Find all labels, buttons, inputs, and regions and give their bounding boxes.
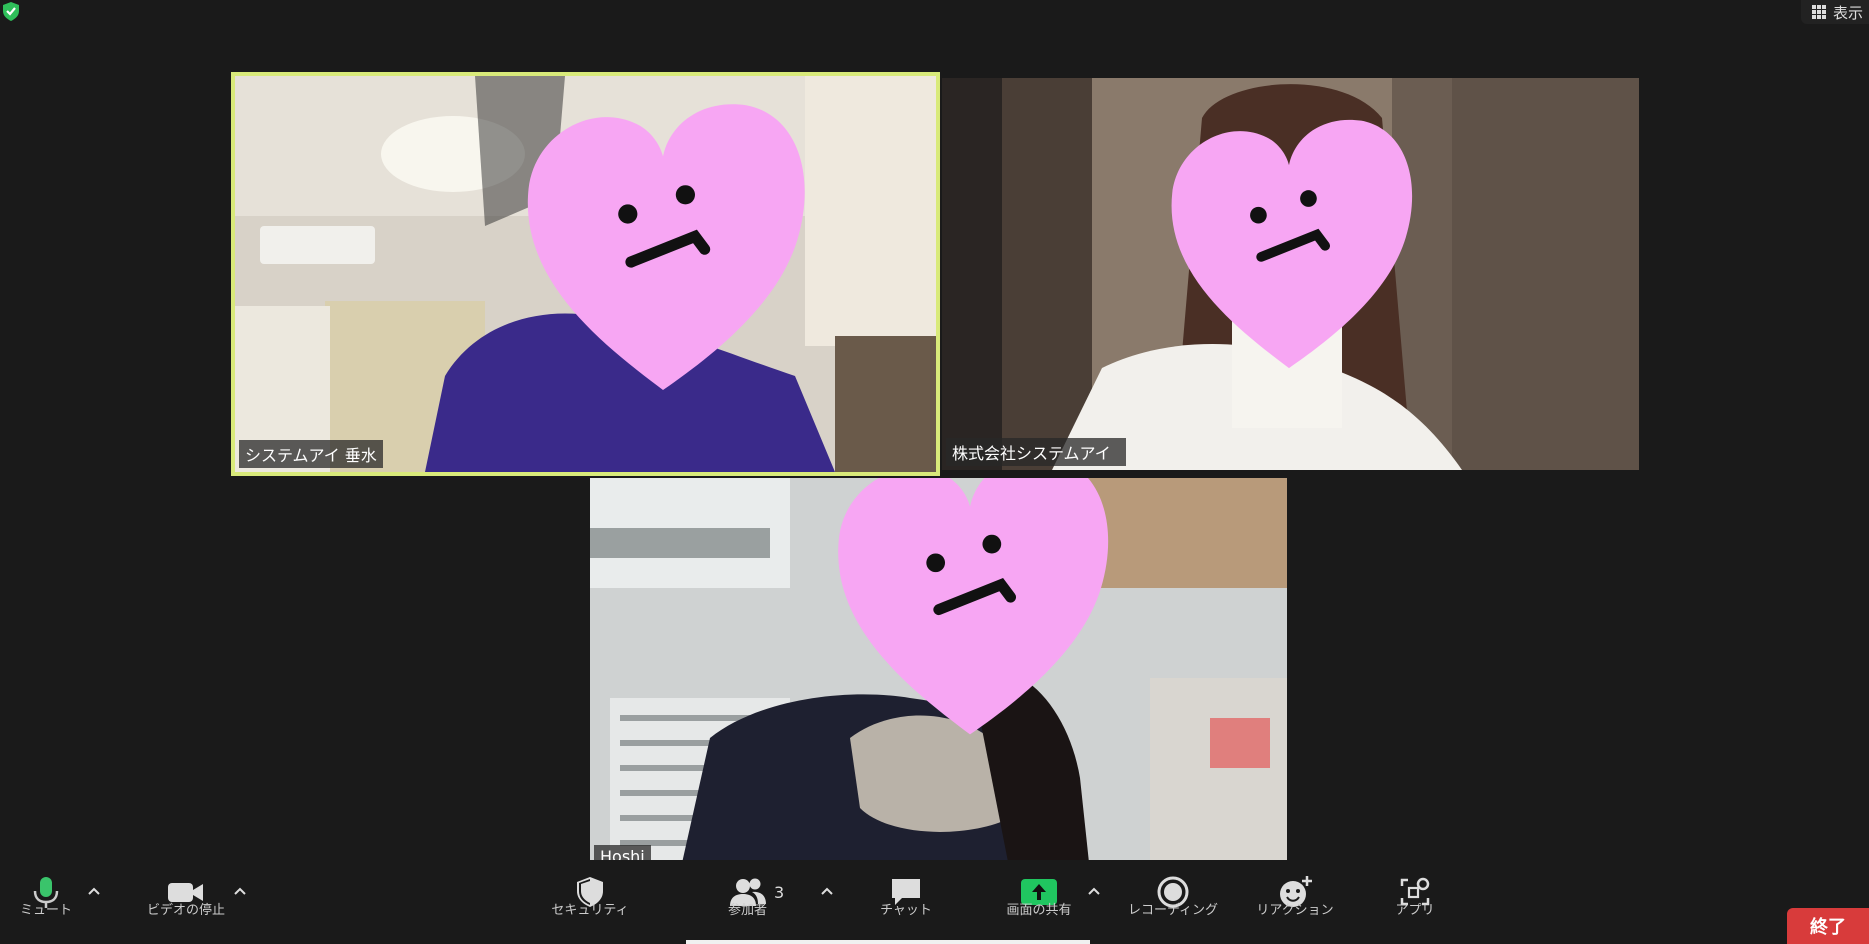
chevron-up-icon[interactable] (819, 884, 835, 898)
participants-button[interactable]: 3 参加者 (728, 874, 784, 918)
record-button[interactable]: レコーディング (1128, 874, 1218, 918)
screen-share-indicator-strip (686, 940, 1090, 944)
chat-button[interactable]: チャット (880, 874, 932, 918)
view-button[interactable]: 表示 (1800, 0, 1869, 24)
meeting-toolbar: ミュート ビデオの停止 セキュリティ 3 参加者 チャット 画面の共有 レコーデ… (0, 860, 1869, 944)
share-screen-button[interactable]: 画面の共有 (1007, 874, 1072, 918)
stop-video-button[interactable]: ビデオの停止 (147, 874, 225, 918)
grid-icon (1811, 5, 1826, 19)
heart-sticker (838, 478, 1109, 735)
shield-check-icon[interactable] (0, 0, 22, 22)
end-meeting-button[interactable]: 終了 (1787, 908, 1869, 944)
video-tile-1[interactable]: システムアイ 垂水 (231, 72, 940, 476)
chevron-up-icon[interactable] (232, 884, 248, 898)
heart-sticker (1171, 119, 1413, 369)
reactions-button[interactable]: リアクション (1256, 874, 1334, 918)
participant-name-tag: システムアイ 垂水 (239, 440, 383, 468)
participant-name-tag: 株式会社システムアイ (946, 438, 1126, 466)
chevron-up-icon[interactable] (86, 884, 102, 898)
apps-button[interactable]: アプリ (1396, 874, 1435, 918)
view-label: 表示 (1832, 3, 1863, 22)
video-tile-3[interactable]: Hoshi (590, 478, 1287, 872)
chevron-up-icon[interactable] (1086, 884, 1102, 898)
mute-button[interactable]: ミュート (20, 874, 72, 918)
video-tile-2[interactable]: 株式会社システムアイ (942, 78, 1639, 470)
heart-sticker (527, 104, 805, 391)
security-button[interactable]: セキュリティ (551, 874, 629, 918)
